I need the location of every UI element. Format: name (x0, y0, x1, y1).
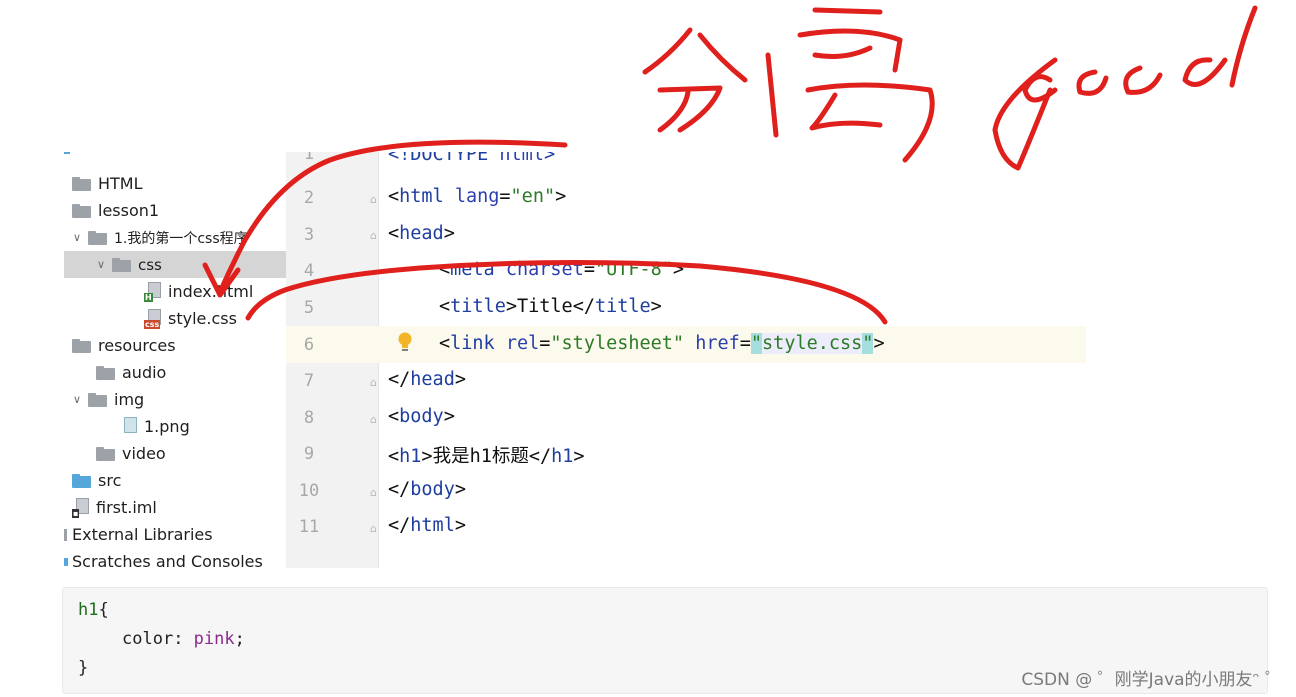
folder-icon (88, 230, 108, 245)
folder-icon (96, 446, 116, 461)
tree-item-label: 1.png (144, 417, 190, 436)
tree-item-first-css-program[interactable]: ∨ 1.我的第一个css程序 (64, 224, 286, 251)
line-number: 9 (303, 444, 315, 464)
folder-icon (96, 365, 116, 380)
fold-marker-icon[interactable]: ⌂ (370, 414, 380, 426)
fold-marker-icon[interactable]: ⌂ (370, 194, 380, 206)
image-file-icon (120, 416, 138, 437)
tree-item-first-iml[interactable]: ▪ first.iml (64, 494, 286, 521)
code-line-5[interactable]: <title>Title</title> (388, 296, 662, 317)
folder-icon (88, 392, 108, 407)
tree-item-css[interactable]: ∨ css (64, 251, 286, 278)
line-number: 11 (298, 517, 320, 537)
line-number: 3 (303, 225, 315, 245)
tree-item-src[interactable]: src (64, 467, 286, 494)
folder-icon (112, 257, 132, 272)
folder-icon (72, 338, 92, 353)
tree-item-label: img (114, 390, 145, 409)
chevron-down-icon[interactable]: ∨ (70, 231, 84, 244)
code-line-7[interactable]: </head> (388, 369, 466, 390)
tree-item-lesson1[interactable]: lesson1 (64, 197, 286, 224)
quote-highlight: " (750, 333, 763, 354)
tree-item-label: css (138, 255, 162, 274)
tree-item-label: video (122, 444, 166, 463)
folder-icon (72, 176, 92, 191)
code-line-1[interactable]: <!DOCTYPE html> (388, 152, 555, 166)
line-number: 2 (303, 188, 315, 208)
module-file-icon: ▪ (72, 497, 90, 518)
snippet-line-1: h1{ (78, 600, 109, 620)
tree-item-html[interactable]: HTML (64, 170, 286, 197)
tree-clipped-row (64, 152, 286, 166)
line-number: 5 (303, 298, 315, 318)
tree-item-label: External Libraries (72, 525, 213, 544)
snippet-line-2: color: pink; (122, 629, 245, 649)
line-number: 1 (303, 152, 315, 164)
code-line-4[interactable]: <meta charset="UTF-8"> (388, 259, 684, 280)
line-number: 6 (303, 335, 315, 355)
code-line-2[interactable]: <html lang="en"> (388, 186, 566, 207)
code-line-6[interactable]: <link rel="stylesheet" href="style.css"> (388, 333, 885, 354)
folder-icon (72, 203, 92, 218)
tree-item-label: HTML (98, 174, 143, 193)
tree-item-style-css[interactable]: css style.css (64, 305, 286, 332)
csdn-watermark: CSDN @ ゜刚学Java的小朋友ᵔ ゜ (1021, 670, 1282, 690)
code-line-3[interactable]: <head> (388, 223, 455, 244)
fold-marker-icon[interactable]: ⌂ (370, 523, 380, 535)
css-file-icon: css (144, 308, 162, 329)
code-line-8[interactable]: <body> (388, 406, 455, 427)
tree-item-audio[interactable]: audio (64, 359, 286, 386)
tree-item-scratches[interactable]: Scratches and Consoles (64, 548, 286, 568)
tree-item-label: audio (122, 363, 167, 382)
tree-item-label: 1.我的第一个css程序 (114, 230, 248, 247)
html-file-icon: H (144, 281, 162, 302)
fold-marker-icon[interactable]: ⌂ (370, 487, 380, 499)
tree-item-label: lesson1 (98, 201, 160, 220)
code-line-11[interactable]: </html> (388, 515, 466, 536)
line-number: 10 (298, 481, 320, 501)
tree-item-1-png[interactable]: 1.png (64, 413, 286, 440)
snippet-line-3: } (78, 658, 89, 678)
code-line-10[interactable]: </body> (388, 479, 466, 500)
tree-item-label: resources (98, 336, 176, 355)
project-tree: HTML lesson1 ∨ 1.我的第一个css程序 ∨ css H inde… (64, 152, 286, 568)
tree-item-external-libraries[interactable]: External Libraries (64, 521, 286, 548)
library-icon (64, 528, 67, 541)
fold-marker-icon[interactable]: ⌂ (370, 230, 380, 242)
tree-item-label: first.iml (96, 498, 157, 517)
tree-item-img[interactable]: ∨ img (64, 386, 286, 413)
source-folder-icon (72, 473, 92, 488)
fold-marker-icon[interactable]: ⌂ (370, 377, 380, 389)
tree-item-resources[interactable]: resources (64, 332, 286, 359)
tree-item-index-html[interactable]: H index.html (64, 278, 286, 305)
chevron-down-icon[interactable]: ∨ (70, 393, 84, 406)
tree-item-label: index.html (168, 282, 254, 301)
line-number: 7 (303, 371, 315, 391)
lightbulb-icon[interactable] (396, 331, 414, 355)
code-line-9[interactable]: <h1>我是h1标题</h1> (388, 442, 585, 468)
tree-item-video[interactable]: video (64, 440, 286, 467)
chevron-down-icon[interactable]: ∨ (94, 258, 108, 271)
tree-item-label: Scratches and Consoles (72, 552, 263, 568)
line-number: 4 (303, 261, 315, 281)
line-number: 8 (303, 408, 315, 428)
tree-item-label: style.css (168, 309, 237, 328)
quote-highlight: " (862, 333, 874, 354)
scratches-icon (64, 557, 68, 566)
tree-item-label: src (98, 471, 122, 490)
